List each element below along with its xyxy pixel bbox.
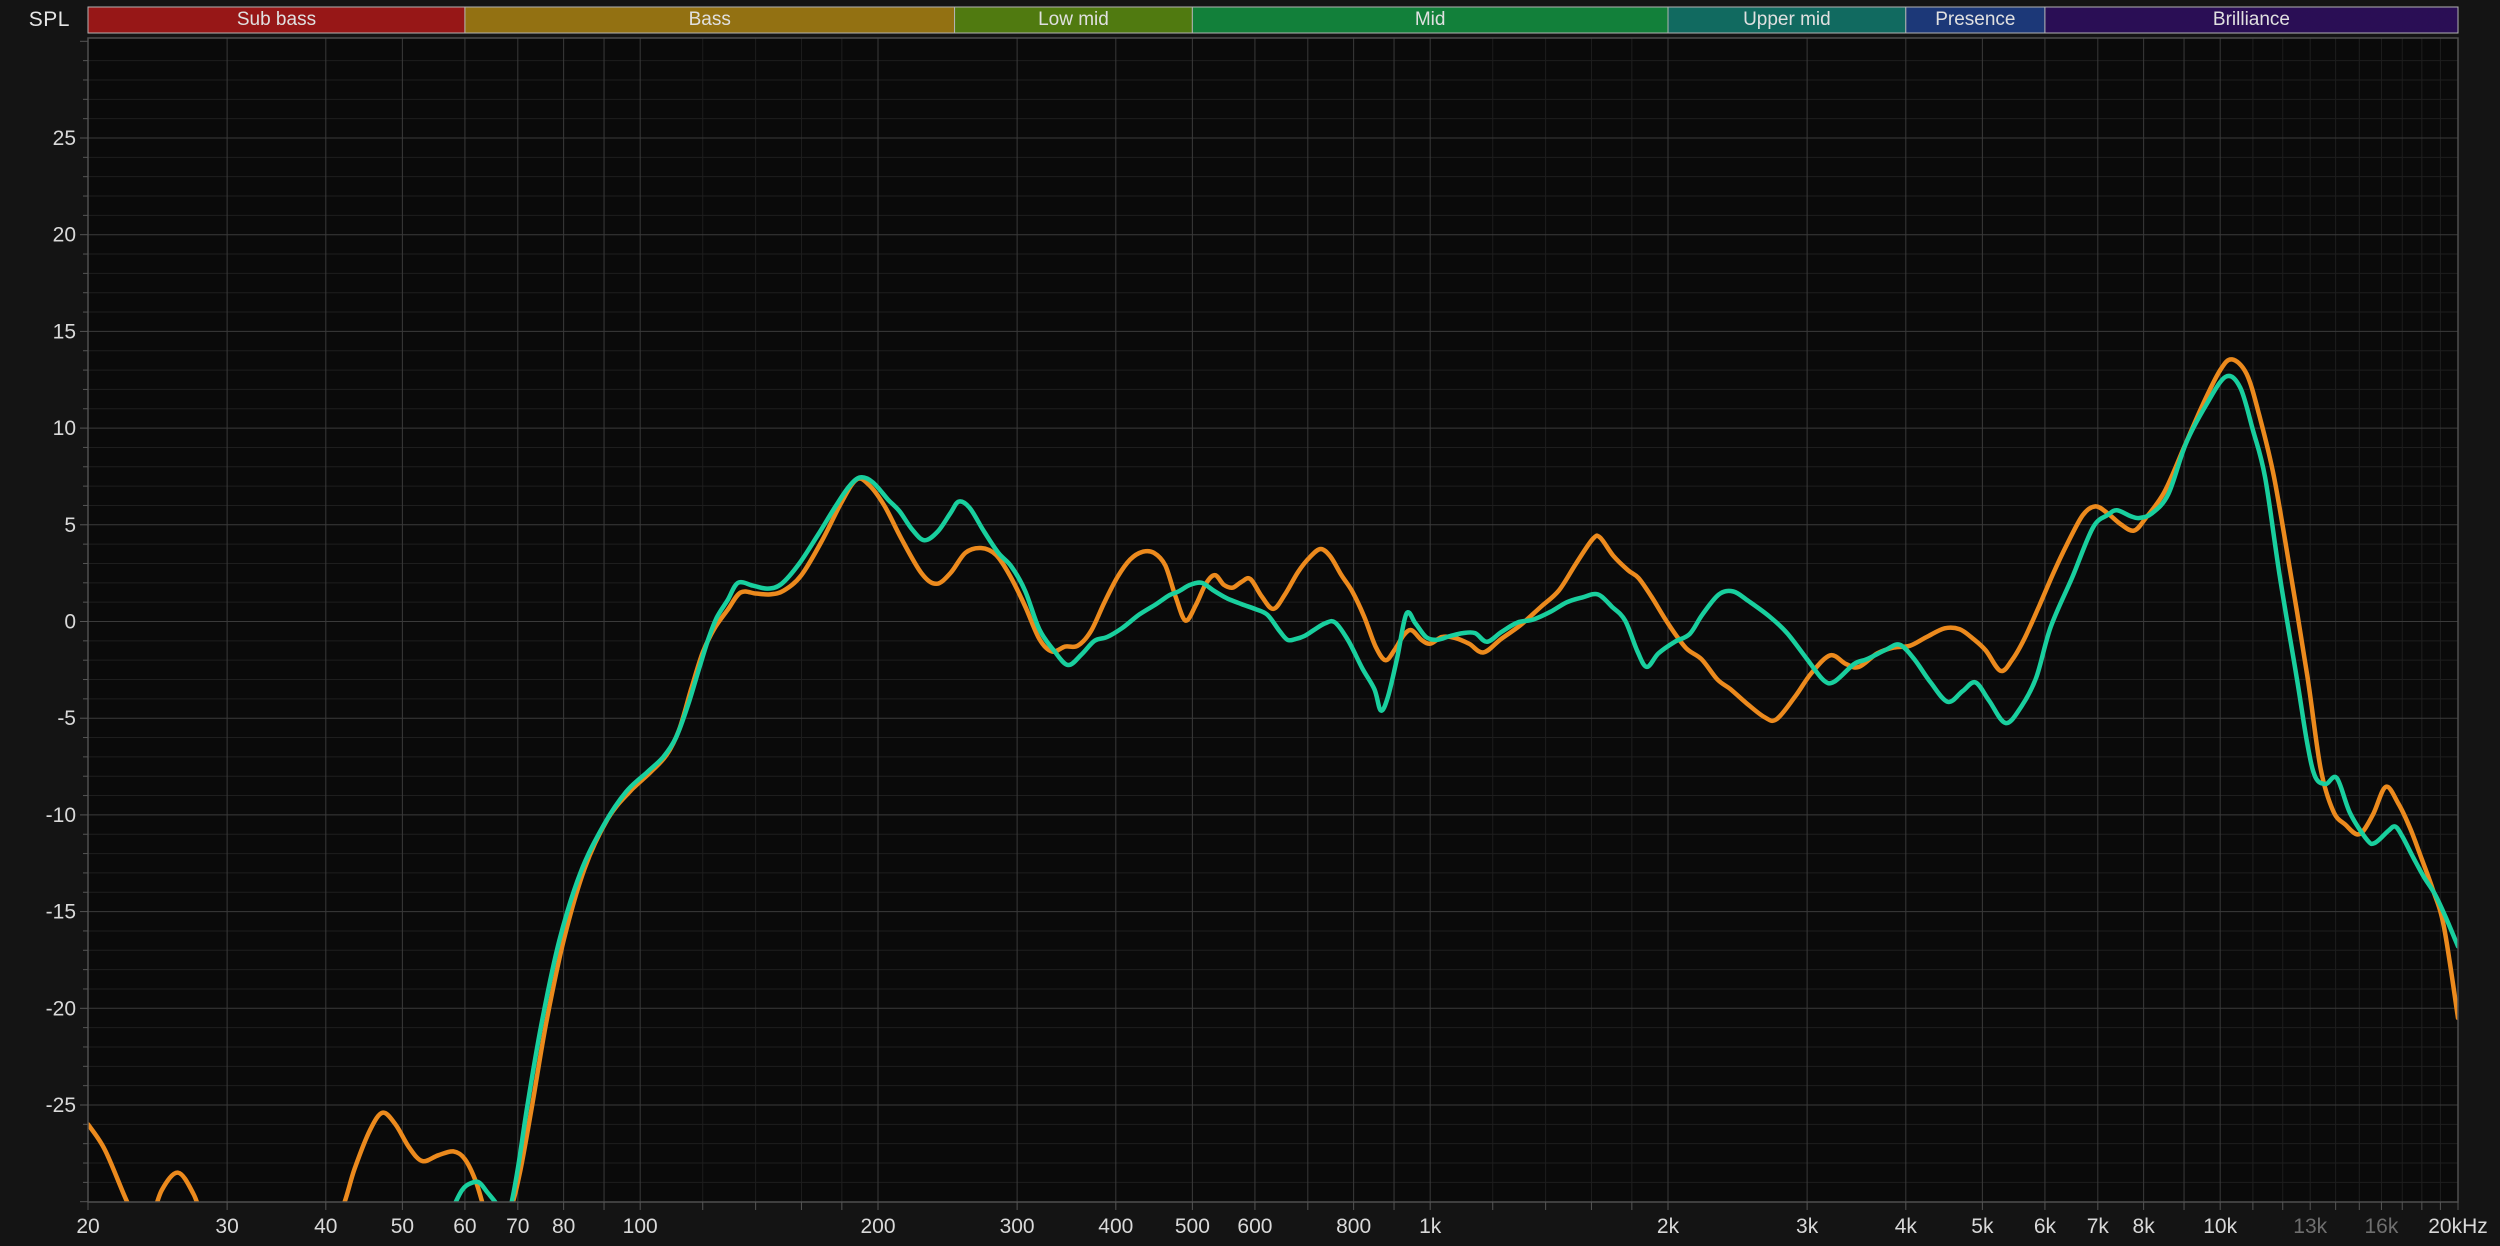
x-tick-label: 16k <box>2365 1215 2399 1238</box>
y-tick-label: -25 <box>46 1094 76 1117</box>
x-tick-label: 200 <box>860 1215 895 1238</box>
y-tick-label: 0 <box>64 611 76 634</box>
x-tick-label: 10k <box>2203 1215 2237 1238</box>
y-tick-label: -10 <box>46 804 76 827</box>
y-tick-label: 15 <box>53 320 76 343</box>
band-label: Presence <box>1935 9 2015 30</box>
x-tick-label: 7k <box>2087 1215 2110 1238</box>
band-label: Sub bass <box>237 9 316 30</box>
y-tick-label: 20 <box>53 224 76 247</box>
x-tick-label: 8k <box>2133 1215 2156 1238</box>
y-tick-label: -5 <box>57 707 76 730</box>
x-tick-label: 1k <box>1419 1215 1442 1238</box>
x-tick-label: 6k <box>2034 1215 2057 1238</box>
x-tick-label: 50 <box>391 1215 414 1238</box>
x-tick-label: 5k <box>1971 1215 1994 1238</box>
x-tick-label: 80 <box>552 1215 575 1238</box>
x-tick-label: 13k <box>2293 1215 2327 1238</box>
band-label: Brilliance <box>2213 9 2290 30</box>
x-tick-label: 100 <box>623 1215 658 1238</box>
x-tick-label: 600 <box>1237 1215 1272 1238</box>
y-tick-label: 5 <box>64 514 76 537</box>
x-tick-label: 60 <box>453 1215 476 1238</box>
x-tick-label: 40 <box>314 1215 337 1238</box>
x-tick-label: 4k <box>1895 1215 1918 1238</box>
band-label: Bass <box>689 9 731 30</box>
band-label: Mid <box>1415 9 1446 30</box>
y-tick-label: 10 <box>53 417 76 440</box>
frequency-response-chart: Sub bass Bass Low mid Mid Upper mid Presence B… <box>0 0 2500 1246</box>
x-tick-label: 70 <box>506 1215 529 1238</box>
x-tick-label: 500 <box>1175 1215 1210 1238</box>
x-tick-label: 30 <box>215 1215 238 1238</box>
y-tick-label: -20 <box>46 997 76 1020</box>
x-tick-label: 400 <box>1098 1215 1133 1238</box>
band-label: Upper mid <box>1743 9 1831 30</box>
x-tick-label: 3k <box>1796 1215 1819 1238</box>
x-tick-label: 20 <box>76 1215 99 1238</box>
band-label: Low mid <box>1038 9 1109 30</box>
frequency-response-screen: SPL Sub bassBassLow midMidUpper midPrese… <box>0 0 2500 1246</box>
y-tick-label: 25 <box>53 127 76 150</box>
x-tick-label: 300 <box>1000 1215 1035 1238</box>
y-tick-label: -15 <box>46 901 76 924</box>
x-tick-label: 2k <box>1657 1215 1680 1238</box>
x-tick-label: 800 <box>1336 1215 1371 1238</box>
x-tick-label: 20kHz <box>2428 1215 2488 1238</box>
